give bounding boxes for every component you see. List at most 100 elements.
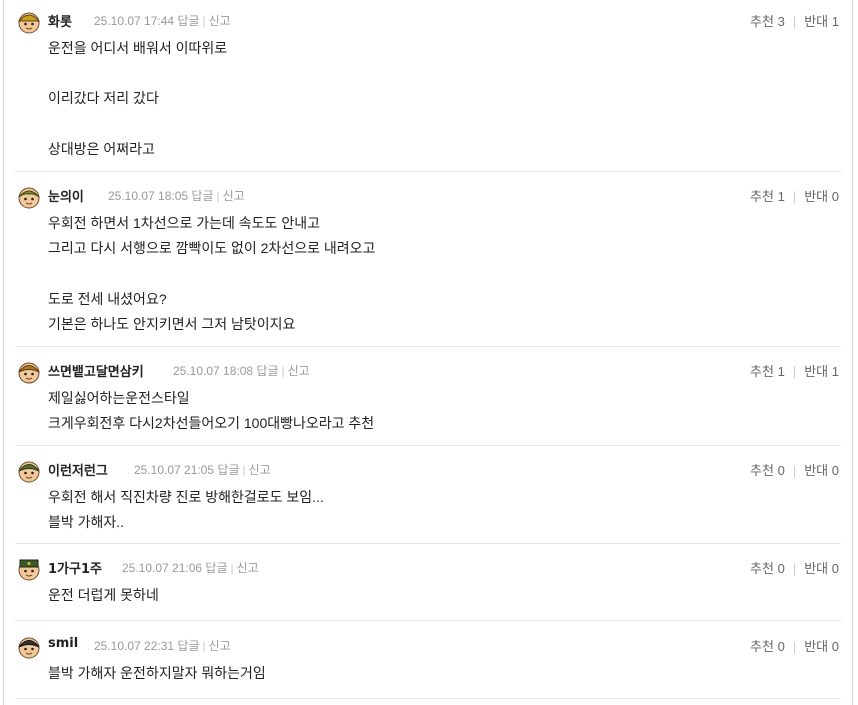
vote-box: 추천 0 | 반대 0 xyxy=(750,558,839,577)
reply-link[interactable]: 답글 xyxy=(177,639,199,653)
comment-item: smil 25.10.07 22:31 답글 | 신고 추천 0 | 반대 0 블박 가… xyxy=(15,625,841,699)
vote-box: 추천 0 | 반대 0 xyxy=(750,636,839,655)
divider: | xyxy=(792,561,797,576)
vote-box: 추천 0 | 반대 0 xyxy=(750,460,839,479)
downvote-label: 반대 xyxy=(804,463,829,478)
upvote-count: 1 xyxy=(777,189,785,204)
comment-date: 25.10.07 21:06 xyxy=(122,561,203,575)
comment-meta: 25.10.07 22:31 답글 | 신고 xyxy=(94,637,231,654)
report-link[interactable]: 신고 xyxy=(237,561,259,575)
downvote-label: 반대 xyxy=(804,561,829,576)
user-avatar-icon xyxy=(18,637,40,659)
comment-meta: 25.10.07 21:06 답글 | 신고 xyxy=(122,559,259,576)
upvote-count: 0 xyxy=(777,463,785,478)
user-avatar-icon xyxy=(18,559,40,581)
comment-meta: 25.10.07 18:08 답글 | 신고 xyxy=(173,362,310,379)
frame-border-right xyxy=(852,0,853,705)
vote-box: 추천 1 | 반대 0 xyxy=(750,186,839,205)
comment-date: 25.10.07 18:08 xyxy=(173,364,254,378)
comment-item: 쓰면뱉고달면삼키 25.10.07 18:08 답글 | 신고 추천 1 | 반대 1 … xyxy=(15,350,841,446)
reply-link[interactable]: 답글 xyxy=(191,189,213,203)
downvote-count: 0 xyxy=(831,189,839,204)
comment-author[interactable]: smil xyxy=(48,636,78,651)
report-link[interactable]: 신고 xyxy=(209,639,231,653)
frame-border-left xyxy=(3,0,4,705)
comment-date: 25.10.07 22:31 xyxy=(94,639,175,653)
comment-author[interactable]: 이런저런그 xyxy=(48,460,108,479)
downvote-button[interactable]: 반대 0 xyxy=(804,463,839,478)
divider: | xyxy=(230,561,234,575)
downvote-button[interactable]: 반대 0 xyxy=(804,561,839,576)
comment-meta: 25.10.07 21:05 답글 | 신고 xyxy=(134,461,271,478)
upvote-count: 0 xyxy=(777,639,785,654)
divider: | xyxy=(281,364,285,378)
downvote-label: 반대 xyxy=(804,189,829,204)
divider: | xyxy=(202,639,206,653)
comment-author[interactable]: 눈의이 xyxy=(48,186,84,205)
comment-author[interactable]: 쓰면뱉고달면삼키 xyxy=(48,361,144,380)
vote-box: 추천 1 | 반대 1 xyxy=(750,361,839,380)
upvote-button[interactable]: 추천 0 xyxy=(750,639,785,654)
report-link[interactable]: 신고 xyxy=(223,189,245,203)
upvote-label: 추천 xyxy=(750,561,774,576)
report-link[interactable]: 신고 xyxy=(209,14,231,28)
comment-date: 25.10.07 21:05 xyxy=(134,463,215,477)
user-avatar-icon xyxy=(18,187,40,209)
comment-item: 화롯 25.10.07 17:44 답글 | 신고 추천 3 | 반대 1 운전을 어디… xyxy=(15,0,841,172)
upvote-button[interactable]: 추천 0 xyxy=(750,561,785,576)
reply-link[interactable]: 답글 xyxy=(177,14,199,28)
comment-item: 이런저런그 25.10.07 21:05 답글 | 신고 추천 0 | 반대 0 우회전… xyxy=(15,449,841,544)
user-avatar-icon xyxy=(17,12,41,34)
divider: | xyxy=(792,189,797,204)
downvote-button[interactable]: 반대 1 xyxy=(804,364,839,379)
comment-body: 운전 더럽게 못하네 xyxy=(48,587,159,603)
upvote-button[interactable]: 추천 0 xyxy=(750,463,785,478)
comment-body: 우회전 하면서 1차선으로 가는데 속도도 안내고 그리고 다시 서행으로 깜빡… xyxy=(48,215,376,332)
downvote-count: 1 xyxy=(831,364,839,379)
divider: | xyxy=(792,639,797,654)
upvote-button[interactable]: 추천 1 xyxy=(750,189,785,204)
divider: | xyxy=(242,463,246,477)
user-avatar-icon xyxy=(18,362,40,384)
upvote-button[interactable]: 추천 3 xyxy=(750,14,785,29)
downvote-button[interactable]: 반대 1 xyxy=(804,14,839,29)
reply-link[interactable]: 답글 xyxy=(217,463,239,477)
reply-link[interactable]: 답글 xyxy=(256,364,278,378)
upvote-label: 추천 xyxy=(750,14,774,29)
comment-author[interactable]: 화롯 xyxy=(48,11,72,30)
downvote-label: 반대 xyxy=(804,639,829,654)
reply-link[interactable]: 답글 xyxy=(205,561,227,575)
comment-body: 제일싫어하는운전스타일 크게우회전후 다시2차선들어오기 100대빵나오라고 추… xyxy=(48,390,375,432)
comment-meta: 25.10.07 17:44 답글 | 신고 xyxy=(94,12,231,29)
upvote-count: 1 xyxy=(777,364,785,379)
divider: | xyxy=(792,14,797,29)
comment-body: 운전을 어디서 배워서 이따위로 이리갔다 저리 갔다 상대방은 어쩌라고 xyxy=(48,40,228,157)
comment-body: 우회전 해서 직진차량 진로 방해한걸로도 보임... 블박 가해자.. xyxy=(48,489,324,531)
downvote-button[interactable]: 반대 0 xyxy=(804,639,839,654)
downvote-count: 0 xyxy=(831,463,839,478)
divider: | xyxy=(792,364,797,379)
report-link[interactable]: 신고 xyxy=(249,463,271,477)
comment-item: 1가구1주 25.10.07 21:06 답글 | 신고 추천 0 | 반대 0 운전 … xyxy=(15,547,841,621)
upvote-label: 추천 xyxy=(750,463,774,478)
upvote-count: 3 xyxy=(777,14,785,29)
downvote-label: 반대 xyxy=(804,364,829,379)
upvote-label: 추천 xyxy=(750,189,774,204)
upvote-button[interactable]: 추천 1 xyxy=(750,364,785,379)
downvote-button[interactable]: 반대 0 xyxy=(804,189,839,204)
report-link[interactable]: 신고 xyxy=(288,364,310,378)
downvote-label: 반대 xyxy=(804,14,829,29)
upvote-label: 추천 xyxy=(750,364,774,379)
comment-date: 25.10.07 17:44 xyxy=(94,14,175,28)
user-avatar-icon xyxy=(18,461,40,483)
comment-author[interactable]: 1가구1주 xyxy=(48,558,102,577)
divider: | xyxy=(202,14,206,28)
downvote-count: 0 xyxy=(831,639,839,654)
downvote-count: 1 xyxy=(831,14,839,29)
upvote-label: 추천 xyxy=(750,639,774,654)
divider: | xyxy=(792,463,797,478)
downvote-count: 0 xyxy=(831,561,839,576)
upvote-count: 0 xyxy=(777,561,785,576)
vote-box: 추천 3 | 반대 1 xyxy=(750,11,839,30)
comment-item: 눈의이 25.10.07 18:05 답글 | 신고 추천 1 | 반대 0 우회전 하… xyxy=(15,175,841,347)
